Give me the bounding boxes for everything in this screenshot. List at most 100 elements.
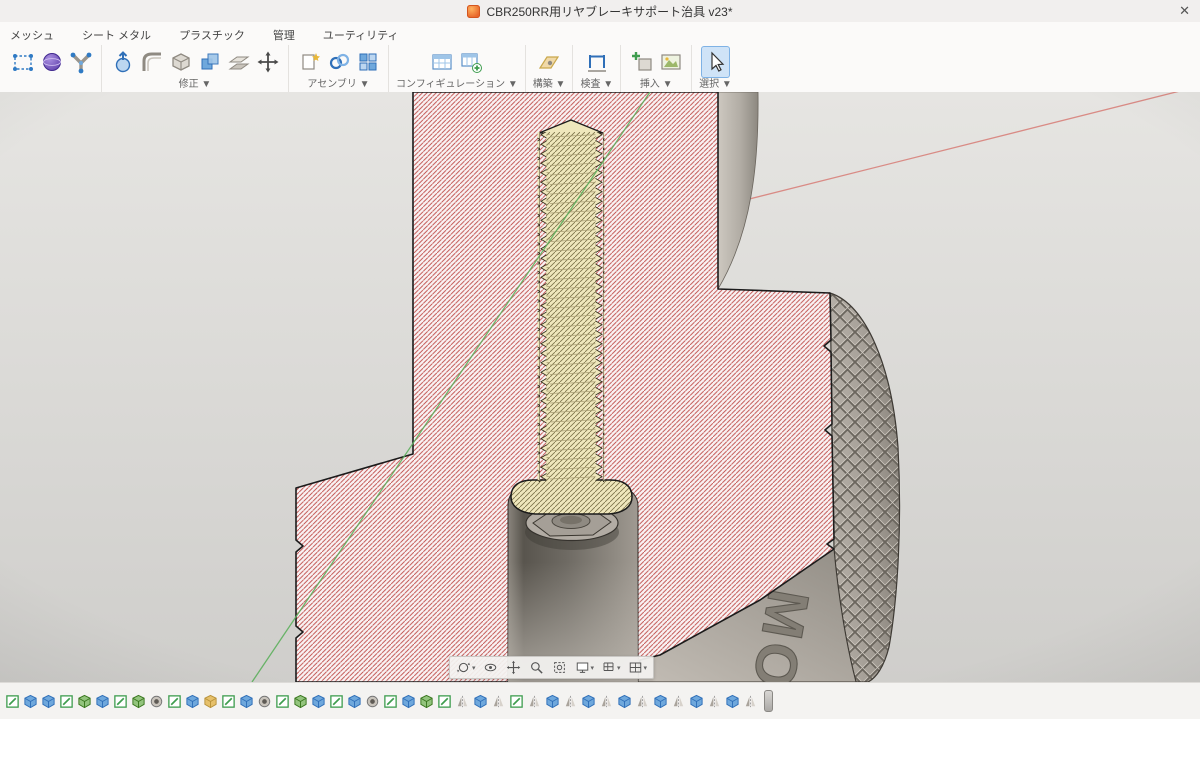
document-title: CBR250RR用リヤブレーキサポート治具 v23* [486, 3, 732, 20]
configuration-table-icon[interactable] [429, 47, 456, 77]
combine-icon[interactable] [196, 47, 223, 77]
timeline-panel [0, 682, 1200, 719]
insert-configuration-icon[interactable] [458, 47, 485, 77]
extrude-feature-icon[interactable] [689, 694, 704, 709]
toolbar-group-label[interactable]: 選択 ▼ [699, 78, 732, 92]
extrude-feature-icon[interactable] [473, 694, 488, 709]
status-area [0, 719, 1200, 780]
toolbar-group-inspect: 検査 ▼ [572, 45, 620, 92]
press-pull-icon[interactable] [109, 47, 136, 77]
mirror-feature-icon[interactable] [743, 694, 758, 709]
form-icon[interactable] [38, 47, 65, 77]
extrude-feature-icon[interactable] [239, 694, 254, 709]
extrude-feature-icon[interactable] [41, 694, 56, 709]
viewport-3d[interactable]: MO [0, 92, 1200, 682]
toolbar-tab[interactable]: ユーティリティ [323, 27, 399, 43]
grid-settings-icon[interactable]: ▾ [598, 658, 624, 677]
toolbar-tab[interactable]: 管理 [273, 27, 295, 43]
extrude-feature-icon[interactable] [95, 694, 110, 709]
extrude-feature-icon[interactable] [185, 694, 200, 709]
new-component-icon[interactable] [296, 47, 323, 77]
extrude-feature-icon[interactable] [545, 694, 560, 709]
display-settings-icon[interactable]: ▾ [572, 658, 598, 677]
toolbar-group-label[interactable]: コンフィギュレーション ▼ [396, 78, 518, 92]
toolbar-group-label[interactable]: 構築 ▼ [533, 78, 566, 92]
fillet-feature-icon[interactable] [77, 694, 92, 709]
look-at-icon[interactable] [480, 658, 502, 677]
extrude-feature-icon[interactable] [653, 694, 668, 709]
extrude-feature-icon[interactable] [311, 694, 326, 709]
extrude-feature-icon[interactable] [23, 694, 38, 709]
fillet-feature-icon[interactable] [131, 694, 146, 709]
mesh-section-icon[interactable] [9, 47, 36, 77]
toolbar-group-insert: 挿入 ▼ [620, 45, 691, 92]
fit-icon[interactable] [549, 658, 571, 677]
timeline-scrubber[interactable] [764, 690, 773, 712]
extrude-feature-icon[interactable] [581, 694, 596, 709]
title-bar: CBR250RR用リヤブレーキサポート治具 v23* ✕ [0, 0, 1200, 23]
select-tool-icon[interactable] [702, 47, 729, 77]
mirror-feature-icon[interactable] [707, 694, 722, 709]
shell-icon[interactable] [167, 47, 194, 77]
rigid-group-icon[interactable] [354, 47, 381, 77]
sketch-feature-icon[interactable] [437, 694, 452, 709]
toolbar-group-label[interactable]: 修正 ▼ [179, 78, 212, 92]
toolbar-group-label[interactable]: アセンブリ ▼ [307, 78, 369, 92]
extrude-feature-icon[interactable] [347, 694, 362, 709]
extrude-feature-icon[interactable] [401, 694, 416, 709]
toolbar-tab[interactable]: シート メタル [82, 27, 151, 43]
hole-feature-icon[interactable] [365, 694, 380, 709]
measure-icon[interactable] [583, 47, 610, 77]
thread-feature-icon[interactable] [203, 694, 218, 709]
fusion-document-icon [467, 5, 480, 18]
sketch-feature-icon[interactable] [5, 694, 20, 709]
toolbar-group-label[interactable]: 検査 ▼ [580, 78, 613, 92]
offset-face-icon[interactable] [225, 47, 252, 77]
fillet-feature-icon[interactable] [419, 694, 434, 709]
pan-icon[interactable] [503, 658, 525, 677]
mirror-feature-icon[interactable] [635, 694, 650, 709]
sketch-feature-icon[interactable] [113, 694, 128, 709]
toolbar-group-label[interactable]: 挿入 ▼ [640, 78, 673, 92]
toolbar-tab[interactable]: メッシュ [10, 27, 54, 43]
sketch-feature-icon[interactable] [167, 694, 182, 709]
orbit-icon[interactable]: ▾ [453, 658, 479, 677]
fillet-icon[interactable] [138, 47, 165, 77]
sketch-feature-icon[interactable] [59, 694, 74, 709]
sketch-feature-icon[interactable] [221, 694, 236, 709]
joint-icon[interactable] [325, 47, 352, 77]
hole-feature-icon[interactable] [149, 694, 164, 709]
viewport-navbar: ▾ ▾ ▾ ▾ [449, 656, 654, 679]
sketch-feature-icon[interactable] [383, 694, 398, 709]
close-icon[interactable]: ✕ [1179, 0, 1190, 22]
mirror-feature-icon[interactable] [599, 694, 614, 709]
toolbar-group-construct: 構築 ▼ [525, 45, 573, 92]
mirror-feature-icon[interactable] [563, 694, 578, 709]
sketch-feature-icon[interactable] [509, 694, 524, 709]
toolbar-group-modify: 修正 ▼ [101, 45, 288, 92]
fillet-feature-icon[interactable] [293, 694, 308, 709]
toolbar-group-configuration: コンフィギュレーション ▼ [388, 45, 525, 92]
extrude-feature-icon[interactable] [617, 694, 632, 709]
mirror-feature-icon[interactable] [527, 694, 542, 709]
mirror-feature-icon[interactable] [455, 694, 470, 709]
sketch-feature-icon[interactable] [275, 694, 290, 709]
move-copy-icon[interactable] [254, 47, 281, 77]
extrude-feature-icon[interactable] [725, 694, 740, 709]
canvas-icon[interactable] [657, 47, 684, 77]
insert-icon[interactable] [628, 47, 655, 77]
toolbar-tab[interactable]: プラスチック [179, 27, 245, 43]
toolbar-tabs: メッシュ シート メタル プラスチック 管理 ユーティリティ [0, 22, 1200, 45]
viewports-icon[interactable]: ▾ [625, 658, 651, 677]
mirror-feature-icon[interactable] [671, 694, 686, 709]
pipe-icon[interactable] [67, 47, 94, 77]
viewport-vignette [0, 92, 1200, 682]
construction-plane-icon[interactable] [536, 47, 563, 77]
zoom-icon[interactable] [526, 658, 548, 677]
toolbar-group-mesh [2, 45, 101, 92]
timeline-features [5, 694, 758, 709]
hole-feature-icon[interactable] [257, 694, 272, 709]
document-tab[interactable]: CBR250RR用リヤブレーキサポート治具 v23* [467, 3, 732, 20]
sketch-feature-icon[interactable] [329, 694, 344, 709]
mirror-feature-icon[interactable] [491, 694, 506, 709]
